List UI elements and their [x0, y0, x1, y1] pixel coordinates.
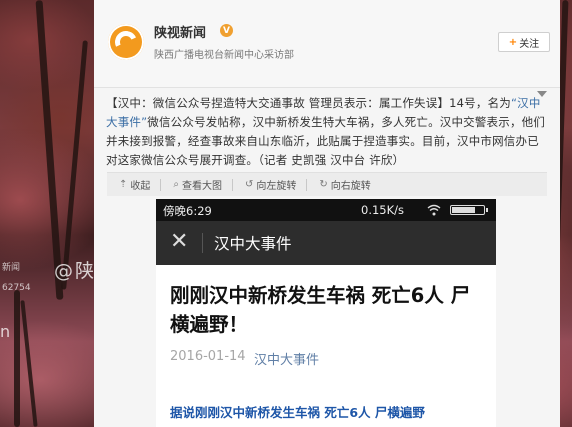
rotate-right-button[interactable]: ↻ 向右旋转 — [319, 177, 370, 192]
rotate-right-label: 向右旋转 — [330, 181, 371, 192]
battery-icon — [450, 205, 488, 215]
rotate-left-icon: ↺ — [245, 179, 254, 190]
logo-swirl — [111, 27, 141, 57]
post-text-part1: 【汉中：微信公众号捏造特大交通事故 管理员表示：属工作失误】14号，名为 — [106, 96, 511, 110]
toolbar-divider — [232, 178, 233, 191]
watermark-fragment: n — [0, 322, 11, 341]
watermark-handle: @陕 — [54, 260, 97, 282]
post-text: 【汉中：微信公众号捏造特大交通事故 管理员表示：属工作失误】14号，名为“汉中大… — [106, 94, 550, 170]
phone-nav-bar: ✕ 汉中大事件 — [156, 221, 496, 265]
article-source: 汉中大事件 — [254, 353, 320, 368]
plus-icon: + — [508, 36, 518, 48]
weibo-account-header: 陕视新闻 V 陕西广播电视台新闻中心采访部 + 关注 — [94, 0, 560, 88]
toolbar-divider — [306, 178, 308, 191]
collapse-icon: ⇡ — [119, 179, 128, 190]
tree-trunk — [14, 290, 20, 427]
article-date: 2016-01-14 — [170, 349, 246, 364]
phone-status-bar: 傍晚6:29 0.15K/s — [156, 199, 496, 221]
follow-label: 关注 — [519, 38, 540, 50]
post-text-part2: 微信公众号发帖称，汉中新桥发生特大车祸，多人死亡。汉中交警表示，他们并未接到报警… — [106, 115, 546, 167]
article-lead: 据说刚刚汉中新桥发生车祸 死亡6人 尸横遍野 — [170, 405, 425, 420]
tree-trunk — [35, 0, 64, 300]
status-time: 傍晚6:29 — [163, 204, 212, 218]
rotate-left-button[interactable]: ↺ 向左旋转 — [245, 177, 296, 192]
toolbar-divider — [160, 178, 162, 191]
view-large-button[interactable]: ⌕ 查看大图 — [173, 177, 222, 192]
network-speed: 0.15K/s — [361, 203, 405, 217]
tree-trunk — [61, 40, 88, 290]
weibo-logo-icon[interactable] — [108, 24, 144, 60]
follow-button[interactable]: + 关注 — [498, 32, 550, 52]
close-icon: ✕ — [170, 229, 189, 254]
collapse-label: 收起 — [130, 181, 151, 192]
watermark-id: 62754 — [2, 283, 31, 293]
collapse-button[interactable]: ⇡ 收起 — [119, 177, 150, 192]
watermark-small: 新闻 — [2, 263, 21, 273]
nav-divider — [202, 233, 203, 253]
zoom-icon: ⌕ — [173, 179, 179, 190]
rotate-left-label: 向左旋转 — [256, 181, 297, 192]
rotate-right-icon: ↻ — [319, 179, 328, 190]
attached-screenshot-image[interactable]: 傍晚6:29 0.15K/s ✕ 汉中大事件 刚刚汉中新桥发生车祸 死亡6人 尸… — [156, 199, 496, 427]
wifi-icon — [427, 204, 441, 216]
article-title: 刚刚汉中新桥发生车祸 死亡6人 尸横遍野！ — [170, 284, 471, 336]
account-name[interactable]: 陕视新闻 — [154, 22, 206, 41]
tree-trunk — [20, 300, 38, 427]
verified-icon: V — [220, 24, 233, 37]
view-large-label: 查看大图 — [182, 181, 222, 192]
media-toolbar: ⇡ 收起 ⌕ 查看大图 ↺ 向左旋转 ↻ 向右旋转 — [107, 172, 547, 196]
nav-title: 汉中大事件 — [214, 235, 292, 253]
account-description: 陕西广播电视台新闻中心采访部 — [154, 50, 294, 61]
